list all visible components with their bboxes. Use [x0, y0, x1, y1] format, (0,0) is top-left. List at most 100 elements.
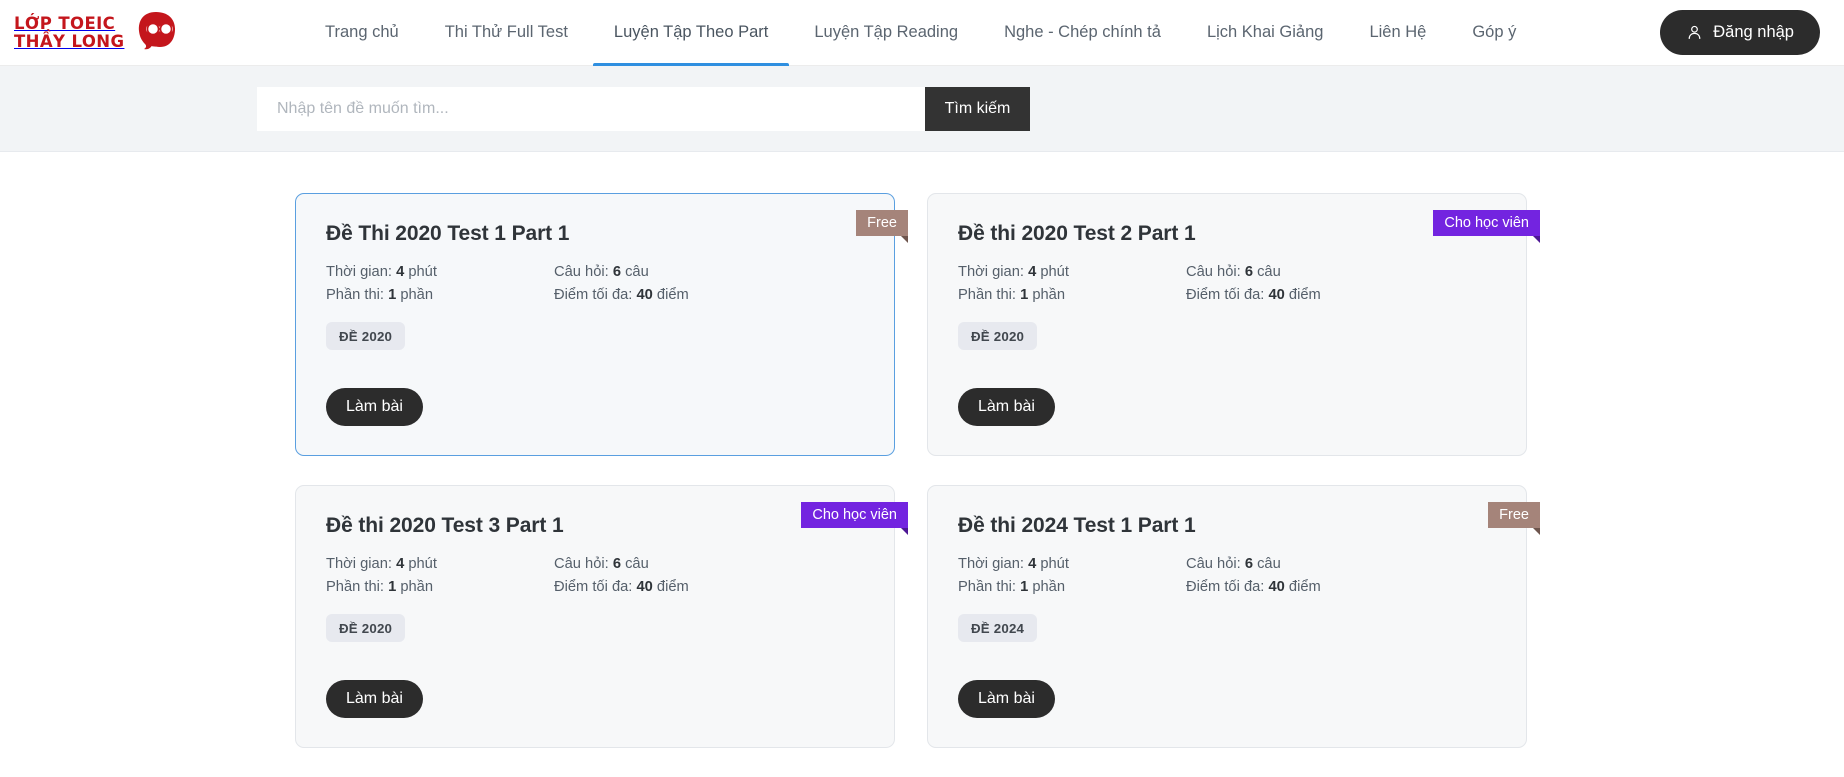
exam-category-tag: ĐỀ 2020 [958, 322, 1038, 350]
exam-max-score: Điểm tối đa: 40 điểm [554, 287, 864, 303]
status-badge: Cho học viên [1433, 210, 1540, 243]
exam-parts-unit: phần [400, 287, 434, 303]
exam-questions-label: Câu hỏi: [1186, 556, 1241, 572]
exam-title: Đề thi 2024 Test 1 Part 1 [958, 514, 1196, 537]
start-exam-button[interactable]: Làm bài [326, 680, 423, 718]
search-section: Tìm kiếm [0, 66, 1844, 152]
exam-parts: Phần thi: 1 phần [958, 287, 1186, 303]
exam-card[interactable]: Cho học viên Đề thi 2020 Test 3 Part 1 T… [295, 485, 908, 748]
user-icon [1686, 24, 1703, 41]
search-bar: Tìm kiếm [257, 86, 1030, 131]
start-exam-button[interactable]: Làm bài [958, 388, 1055, 426]
exam-questions-unit: câu [625, 264, 649, 280]
exam-time-value: 4 [396, 556, 405, 572]
exam-parts-value: 1 [388, 579, 397, 595]
exam-questions-value: 6 [1244, 264, 1253, 280]
nav-item-trang-chu[interactable]: Trang chủ [302, 0, 422, 66]
exam-meta: Thời gian: 4 phút Câu hỏi: 6 câu Phần th… [326, 264, 864, 303]
exam-questions: Câu hỏi: 6 câu [1186, 264, 1496, 280]
exam-title: Đề thi 2020 Test 2 Part 1 [958, 222, 1196, 245]
exam-questions-value: 6 [612, 264, 621, 280]
exam-max-score-label: Điểm tối đa: [554, 287, 633, 303]
exam-max-score-unit: điểm [656, 287, 689, 303]
logo-line-1: LỚP TOEIC [14, 14, 116, 34]
logo-wordmark: LỚP TOEIC THẦY LONG [14, 15, 124, 49]
exam-meta: Thời gian: 4 phút Câu hỏi: 6 câu Phần th… [326, 556, 864, 595]
nav-item-luyen-tap-reading[interactable]: Luyện Tập Reading [791, 0, 981, 66]
start-exam-button[interactable]: Làm bài [326, 388, 423, 426]
exam-category-tag: ĐỀ 2024 [958, 614, 1038, 642]
exam-time-unit: phút [1040, 264, 1069, 280]
exam-max-score-unit: điểm [1288, 287, 1321, 303]
exam-parts: Phần thi: 1 phần [326, 579, 554, 595]
exam-max-score-label: Điểm tối đa: [1186, 287, 1265, 303]
exam-time: Thời gian: 4 phút [958, 264, 1186, 280]
exam-time-value: 4 [1028, 264, 1037, 280]
exam-meta: Thời gian: 4 phút Câu hỏi: 6 câu Phần th… [958, 556, 1496, 595]
exam-card[interactable]: Cho học viên Đề thi 2020 Test 2 Part 1 T… [927, 193, 1540, 456]
exam-time-unit: phút [408, 556, 437, 572]
exam-questions-unit: câu [1257, 556, 1281, 572]
exam-questions-value: 6 [1244, 556, 1253, 572]
exam-questions-label: Câu hỏi: [554, 556, 609, 572]
nav-item-lich-khai-giang[interactable]: Lịch Khai Giảng [1184, 0, 1347, 66]
exam-card[interactable]: Free Đề Thi 2020 Test 1 Part 1 Thời gian… [295, 193, 908, 456]
exam-title: Đề thi 2020 Test 3 Part 1 [326, 514, 564, 537]
exam-questions-label: Câu hỏi: [1186, 264, 1241, 280]
exam-parts-unit: phần [1032, 579, 1066, 595]
nav-item-gop-y[interactable]: Góp ý [1449, 0, 1539, 66]
exam-parts-label: Phần thi: [326, 287, 384, 303]
exam-max-score-value: 40 [1268, 579, 1285, 595]
main-navigation: Trang chủ Thi Thử Full Test Luyện Tập Th… [244, 0, 1646, 66]
exam-time-label: Thời gian: [958, 556, 1024, 572]
exam-max-score-value: 40 [1268, 287, 1285, 303]
start-exam-button[interactable]: Làm bài [958, 680, 1055, 718]
site-logo[interactable]: LỚP TOEIC THẦY LONG [14, 10, 244, 56]
exam-max-score-label: Điểm tối đa: [554, 579, 633, 595]
exam-parts-unit: phần [400, 579, 434, 595]
search-input[interactable] [257, 86, 925, 131]
exam-questions: Câu hỏi: 6 câu [1186, 556, 1496, 572]
exam-questions-unit: câu [625, 556, 649, 572]
exam-max-score-value: 40 [636, 579, 653, 595]
status-badge: Free [1488, 502, 1540, 535]
exam-questions: Câu hỏi: 6 câu [554, 264, 864, 280]
exam-questions-value: 6 [612, 556, 621, 572]
exam-time-value: 4 [396, 264, 405, 280]
exam-max-score-unit: điểm [1288, 579, 1321, 595]
status-badge: Free [856, 210, 908, 243]
exam-time-unit: phút [408, 264, 437, 280]
logo-line-2: THẦY LONG [14, 31, 125, 51]
exam-category-tag: ĐỀ 2020 [326, 614, 406, 642]
exam-questions-label: Câu hỏi: [554, 264, 609, 280]
exam-max-score-label: Điểm tối đa: [1186, 579, 1265, 595]
exam-parts-label: Phần thi: [958, 287, 1016, 303]
exam-parts-label: Phần thi: [958, 579, 1016, 595]
exam-time-label: Thời gian: [326, 556, 392, 572]
exam-parts-value: 1 [1020, 579, 1029, 595]
nav-item-lien-he[interactable]: Liên Hệ [1346, 0, 1449, 66]
exam-questions-unit: câu [1257, 264, 1281, 280]
search-button[interactable]: Tìm kiếm [925, 86, 1030, 131]
nav-item-thi-thu-full-test[interactable]: Thi Thử Full Test [422, 0, 591, 66]
exam-time: Thời gian: 4 phút [326, 264, 554, 280]
exam-card[interactable]: Free Đề thi 2024 Test 1 Part 1 Thời gian… [927, 485, 1540, 748]
exam-parts-value: 1 [1020, 287, 1029, 303]
exam-category-tag: ĐỀ 2020 [326, 322, 406, 350]
exam-time-value: 4 [1028, 556, 1037, 572]
exam-meta: Thời gian: 4 phút Câu hỏi: 6 câu Phần th… [958, 264, 1496, 303]
exam-parts: Phần thi: 1 phần [326, 287, 554, 303]
exam-max-score-value: 40 [636, 287, 653, 303]
teacher-portrait-icon [130, 10, 182, 56]
exam-parts-label: Phần thi: [326, 579, 384, 595]
login-button-label: Đăng nhập [1713, 23, 1794, 41]
exam-parts-unit: phần [1032, 287, 1066, 303]
site-header: LỚP TOEIC THẦY LONG Trang chủ Thi Thử Fu… [0, 0, 1844, 66]
exam-card-grid: Free Đề Thi 2020 Test 1 Part 1 Thời gian… [0, 193, 1844, 748]
login-button[interactable]: Đăng nhập [1660, 10, 1820, 55]
exam-list-section: Free Đề Thi 2020 Test 1 Part 1 Thời gian… [0, 152, 1844, 748]
nav-item-luyen-tap-theo-part[interactable]: Luyện Tập Theo Part [591, 0, 791, 66]
exam-time: Thời gian: 4 phút [326, 556, 554, 572]
exam-parts-value: 1 [388, 287, 397, 303]
nav-item-nghe-chep-chinh-ta[interactable]: Nghe - Chép chính tả [981, 0, 1184, 66]
